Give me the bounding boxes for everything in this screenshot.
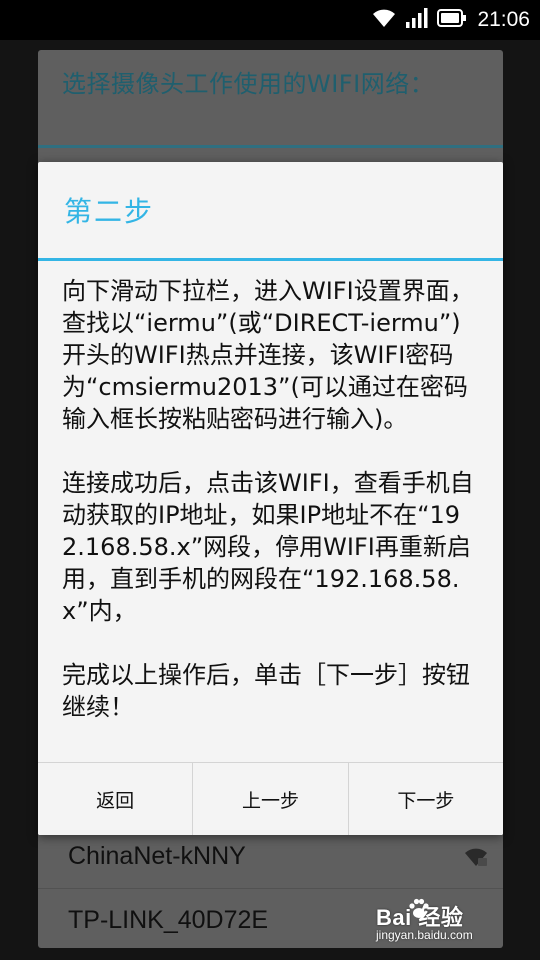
wifi-list-item[interactable]: ChinaNet-kNNY: [38, 828, 503, 889]
dialog-title: 第二步: [64, 195, 155, 228]
wifi-selection-title: 选择摄像头工作使用的WIFI网络：: [62, 70, 435, 98]
instruction-paragraph: 连接成功后，点击该WIFI，查看手机自动获取的IP地址，如果IP地址不在“192…: [62, 469, 474, 625]
paw-logo-icon: [406, 896, 432, 922]
back-button[interactable]: 返回: [38, 763, 193, 835]
title-divider: [38, 145, 503, 148]
status-time: 21:06: [477, 8, 530, 31]
dialog-title-divider: [38, 258, 503, 261]
instruction-paragraph: 向下滑动下拉栏，进入WIFI设置界面，查找以“iermu”(或“DIRECT-i…: [62, 277, 474, 433]
dialog-button-bar: 返回 上一步 下一步: [38, 762, 503, 835]
step-dialog: 第二步 向下滑动下拉栏，进入WIFI设置界面，查找以“iermu”(或“DIRE…: [38, 162, 503, 835]
wifi-network-name: ChinaNet-kNNY: [68, 842, 246, 870]
next-step-button[interactable]: 下一步: [347, 763, 503, 835]
watermark-url: jingyan.baidu.com: [376, 928, 473, 942]
dialog-message: 向下滑动下拉栏，进入WIFI设置界面，查找以“iermu”(或“DIRECT-i…: [62, 275, 480, 755]
instruction-paragraph: 完成以上操作后，单击［下一步］按钮继续！: [62, 661, 470, 721]
cell-signal-icon: [405, 7, 429, 33]
status-bar: 21:06: [0, 0, 540, 40]
wifi-network-name: TP-LINK_40D72E: [68, 906, 269, 934]
battery-icon: [437, 8, 467, 32]
wifi-status-icon: [371, 7, 397, 33]
baidu-jingyan-watermark: Bai 经验 jingyan.baidu.com: [376, 898, 506, 950]
status-icons: 21:06: [371, 6, 530, 34]
wifi-locked-icon: [463, 846, 489, 868]
previous-step-button[interactable]: 上一步: [192, 763, 348, 835]
